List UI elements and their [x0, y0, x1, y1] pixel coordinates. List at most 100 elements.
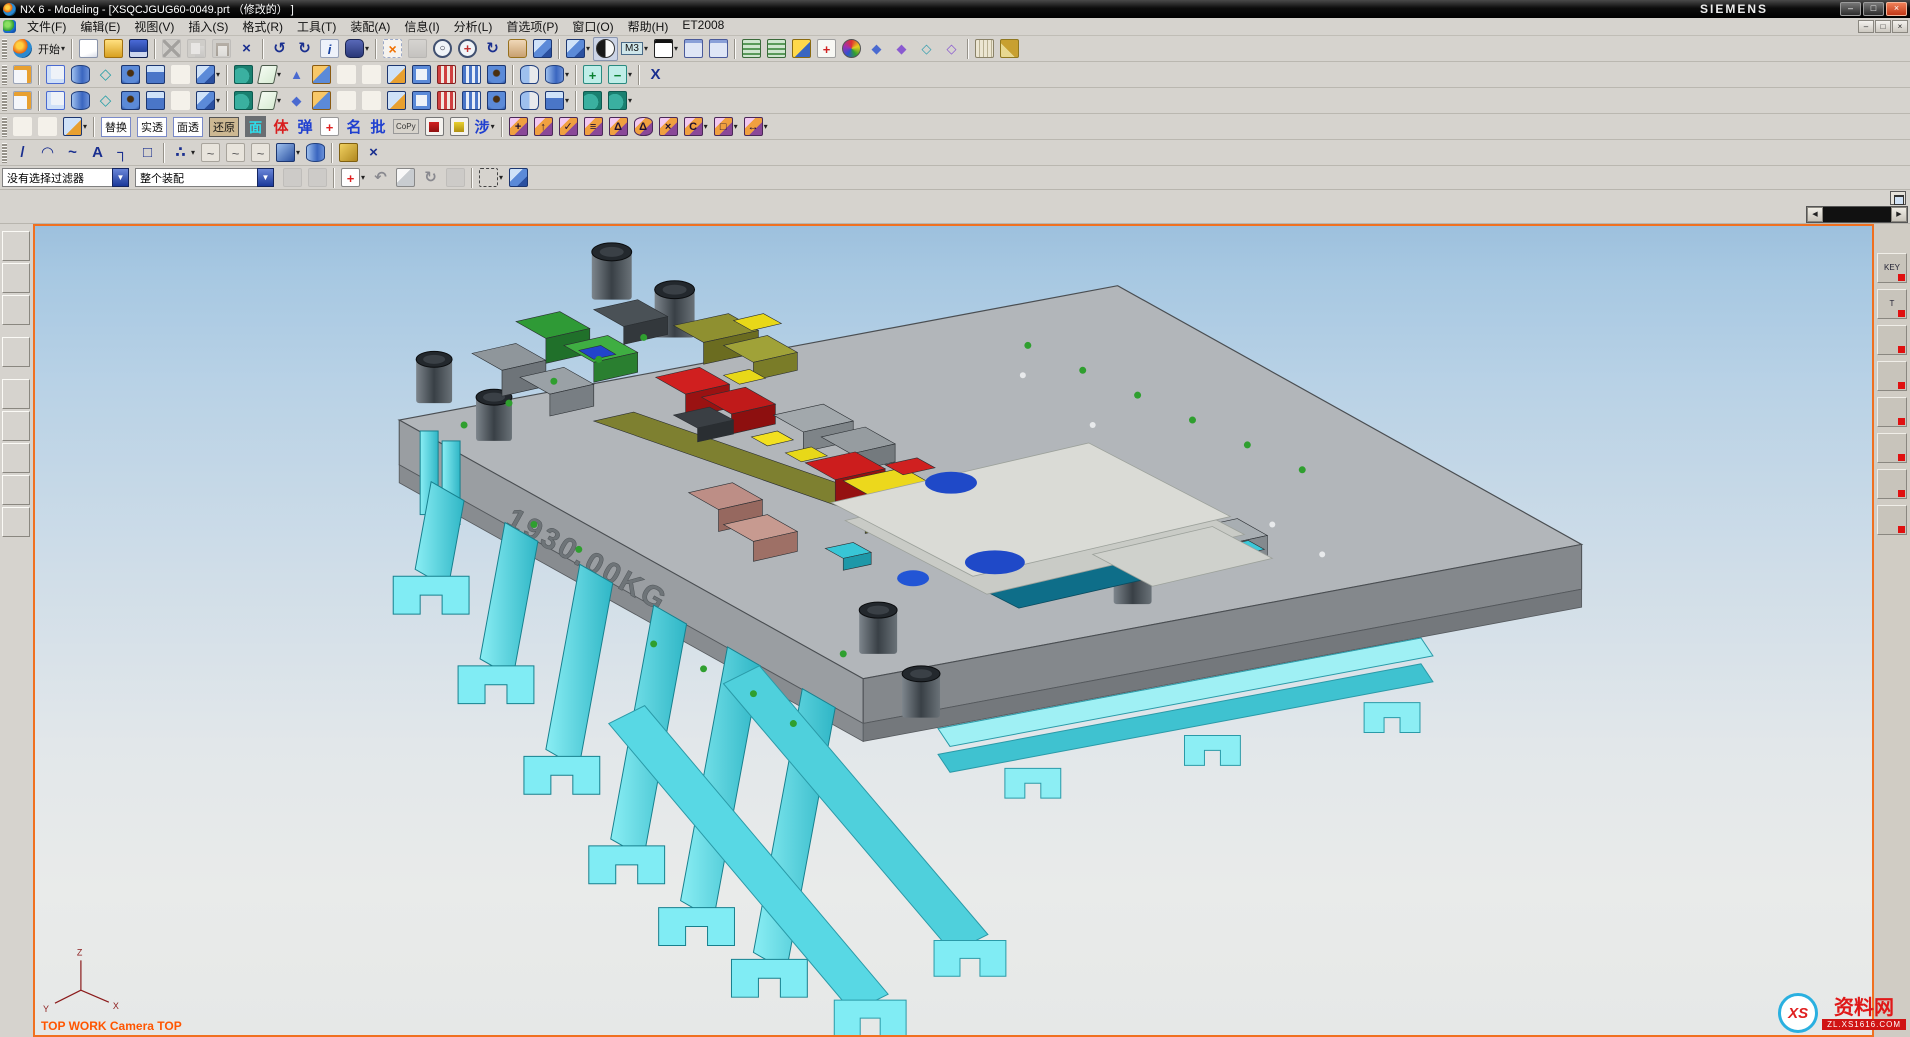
spline[interactable]: ~ [60, 141, 85, 165]
redo[interactable]: ↻ [292, 37, 317, 61]
dart-slot[interactable] [459, 89, 484, 113]
component-cylinder[interactable]: Δ [631, 115, 656, 139]
block-feature[interactable]: ▾ [193, 89, 223, 113]
boss[interactable] [309, 63, 334, 87]
view-preset-m3-dropdown-icon[interactable]: ▾ [644, 44, 648, 53]
component-cone[interactable]: Δ [606, 115, 631, 139]
toolbar-grip[interactable] [2, 91, 7, 111]
zoom-box[interactable] [405, 37, 430, 61]
general-hole[interactable] [484, 89, 509, 113]
zoom-in-out[interactable]: + [455, 37, 480, 61]
center-cross[interactable]: + [317, 115, 342, 139]
flange[interactable] [168, 63, 193, 87]
sheet-feature[interactable]: ◇ [93, 89, 118, 113]
edit-object-display[interactable] [839, 37, 864, 61]
measure-distance[interactable] [972, 37, 997, 61]
snap-cube[interactable] [393, 166, 418, 190]
new-file[interactable] [76, 37, 101, 61]
scrollbar-track[interactable] [1823, 207, 1891, 222]
undo[interactable]: ↺ [267, 37, 292, 61]
interpart-link[interactable] [280, 166, 305, 190]
part-navigator[interactable] [2, 295, 30, 325]
block-dropdown-icon[interactable]: ▾ [216, 70, 220, 79]
rib-slot[interactable] [434, 89, 459, 113]
toolbar-grip[interactable] [2, 143, 7, 163]
new-view-window[interactable] [681, 37, 706, 61]
copy-tool[interactable]: CoPy [390, 115, 422, 139]
project-curve[interactable]: ~ [223, 141, 248, 165]
menu-information[interactable]: 信息(I) [397, 18, 446, 35]
assembly-navigator[interactable] [2, 231, 30, 261]
interpart-link-2[interactable] [305, 166, 330, 190]
toolbar-grip[interactable] [2, 117, 7, 137]
restore-button[interactable]: □ [1863, 2, 1884, 16]
body-display[interactable]: 体 [269, 115, 293, 139]
restore-display[interactable]: 还原 [206, 115, 242, 139]
selection-info[interactable]: i [317, 37, 342, 61]
menu-window[interactable]: 窗口(O) [565, 18, 620, 35]
extract-curve[interactable]: ▾ [273, 141, 303, 165]
search-dropdown-icon[interactable]: ▾ [365, 44, 369, 53]
pan-view[interactable] [505, 37, 530, 61]
chamfer[interactable] [384, 63, 409, 87]
revolve-feature[interactable] [68, 89, 93, 113]
menu-assemblies[interactable]: 装配(A) [343, 18, 397, 35]
visual-effects[interactable] [2, 475, 30, 505]
datum-axis[interactable]: ▾ [542, 63, 572, 87]
open-file[interactable] [101, 37, 126, 61]
view-preset-m3[interactable]: M3▾ [618, 37, 651, 61]
intersect-curve[interactable]: ~ [248, 141, 273, 165]
rotate-view[interactable]: ↻ [480, 37, 505, 61]
datum-plane-dropdown-icon[interactable]: ▾ [277, 70, 281, 79]
rotate-point[interactable]: ↻ [418, 166, 443, 190]
orient-view-front[interactable]: ◇ [939, 37, 964, 61]
trim-curve[interactable]: × [361, 141, 386, 165]
replace-display[interactable]: 替换 [98, 115, 134, 139]
toolbar-grip[interactable] [2, 39, 7, 59]
bolt-part[interactable]: T [1877, 289, 1907, 319]
selection-filter-dropdown-icon[interactable]: ▼ [112, 168, 129, 187]
arc[interactable]: ◠ [35, 141, 60, 165]
half-shaft[interactable] [517, 89, 542, 113]
yellow-solid-box[interactable] [447, 115, 472, 139]
sheet-body[interactable]: ◇ [93, 63, 118, 87]
menu-et2008[interactable]: ET2008 [675, 18, 731, 35]
minimize-button[interactable]: – [1840, 2, 1861, 16]
point-set[interactable]: ∴▾ [168, 141, 198, 165]
visualization[interactable] [2, 443, 30, 473]
text-curve[interactable]: A [85, 141, 110, 165]
through-slot[interactable] [459, 63, 484, 87]
cut[interactable] [159, 37, 184, 61]
through-curves[interactable] [10, 115, 35, 139]
shell-2[interactable] [409, 89, 434, 113]
constraint-navigator[interactable] [2, 263, 30, 293]
task-sketch[interactable] [10, 89, 35, 113]
measure-angle[interactable] [997, 37, 1022, 61]
pad-feature[interactable] [143, 89, 168, 113]
rectangle-select[interactable]: ▾ [476, 166, 506, 190]
menu-preferences[interactable]: 首选项(P) [499, 18, 565, 35]
toolbar-grip[interactable] [2, 65, 7, 85]
block[interactable]: ▾ [193, 63, 223, 87]
child-restore-button[interactable]: □ [1875, 20, 1891, 33]
scroll-right-icon[interactable]: ▶ [1891, 207, 1907, 222]
child-close-button[interactable]: × [1892, 20, 1908, 33]
interference-check-dropdown-icon[interactable]: ▾ [491, 122, 495, 131]
datum-plane-2-dropdown-icon[interactable]: ▾ [277, 96, 281, 105]
unite-boolean[interactable] [231, 89, 256, 113]
selection-scope[interactable]: 整个装配 ▼ [135, 168, 274, 187]
fit-view[interactable]: × [380, 37, 405, 61]
menu-format[interactable]: 格式(R) [235, 18, 290, 35]
face-display[interactable]: 面 [242, 115, 269, 139]
menu-analysis[interactable]: 分析(L) [447, 18, 500, 35]
half-cylinder[interactable] [517, 63, 542, 87]
hole[interactable] [118, 63, 143, 87]
history-palette[interactable] [2, 411, 30, 441]
child-minimize-button[interactable]: – [1858, 20, 1874, 33]
instance-remove[interactable]: −▾ [605, 63, 635, 87]
pad-2[interactable]: ▾ [542, 89, 572, 113]
unite[interactable] [231, 63, 256, 87]
cylinder-part[interactable] [1877, 433, 1907, 463]
bracket-part[interactable] [1877, 397, 1907, 427]
orient-view-trimetric[interactable]: ◆ [864, 37, 889, 61]
